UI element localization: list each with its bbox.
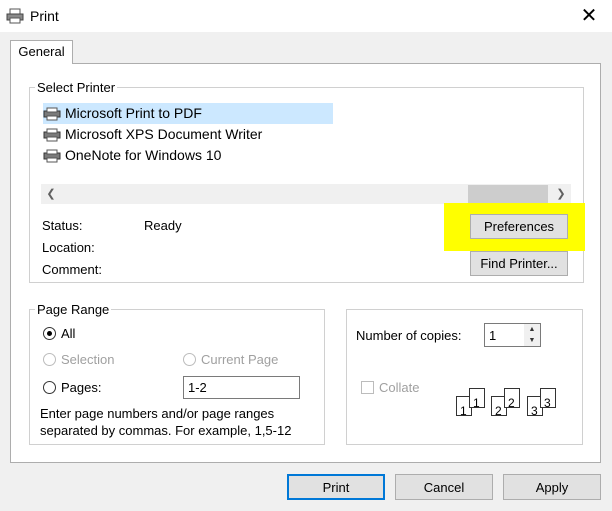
page-range-legend: Page Range (35, 302, 112, 317)
collate-pages-icon: 1 1 2 2 3 3 (456, 388, 556, 418)
apply-button[interactable]: Apply (503, 474, 601, 500)
printer-item-label: Microsoft Print to PDF (65, 105, 202, 121)
printer-item-label: OneNote for Windows 10 (65, 147, 222, 163)
copies-label: Number of copies: (356, 328, 462, 343)
select-printer-legend: Select Printer (35, 80, 118, 95)
current-page-radio-label: Current Page (201, 352, 279, 367)
printer-list[interactable]: Microsoft Print to PDF Microsoft XPS Doc… (41, 100, 571, 184)
scroll-left-icon[interactable]: ❮ (43, 184, 59, 204)
preferences-button[interactable]: Preferences (470, 214, 568, 239)
printer-item-label: Microsoft XPS Document Writer (65, 126, 263, 142)
scrollbar-thumb[interactable] (468, 185, 548, 203)
selection-radio (43, 353, 56, 366)
page-range-help-line2: separated by commas. For example, 1,5-12 (40, 423, 292, 438)
printer-icon (6, 8, 24, 24)
find-printer-button[interactable]: Find Printer... (470, 251, 568, 276)
all-radio-label: All (61, 326, 76, 341)
collate-checkbox (361, 381, 374, 394)
status-value: Ready (144, 218, 182, 233)
selection-radio-label: Selection (61, 352, 115, 367)
page-icon: 1 (469, 388, 485, 410)
copies-value: 1 (489, 328, 497, 343)
printer-icon (43, 107, 61, 120)
title-bar (0, 0, 612, 32)
close-icon[interactable]: ✕ (576, 4, 602, 28)
printer-icon (43, 149, 61, 162)
page-icon: 3 (540, 388, 556, 410)
page-range-help-line1: Enter page numbers and/or page ranges (40, 406, 275, 421)
spin-down-icon[interactable]: ▼ (524, 335, 540, 346)
spin-up-icon[interactable]: ▲ (524, 324, 540, 335)
page-icon: 2 (504, 388, 520, 410)
printer-item-onenote[interactable]: OneNote for Windows 10 (43, 145, 221, 166)
current-page-radio (183, 353, 196, 366)
copies-stepper[interactable]: 1 ▲ ▼ (484, 323, 541, 347)
location-label: Location: (42, 240, 95, 255)
printer-list-scrollbar[interactable]: ❮ ❯ (41, 184, 571, 204)
pages-radio-label: Pages: (61, 380, 102, 395)
window-title: Print (30, 8, 59, 24)
all-radio[interactable] (43, 327, 56, 340)
printer-icon (43, 128, 61, 141)
comment-label: Comment: (42, 262, 102, 277)
collate-label: Collate (379, 380, 420, 395)
status-label: Status: (42, 218, 83, 233)
printer-item-pdf[interactable]: Microsoft Print to PDF (43, 103, 333, 124)
pages-radio[interactable] (43, 381, 56, 394)
cancel-button[interactable]: Cancel (395, 474, 493, 500)
printer-item-xps[interactable]: Microsoft XPS Document Writer (43, 124, 262, 145)
scroll-right-icon[interactable]: ❯ (553, 184, 569, 204)
print-button[interactable]: Print (287, 474, 385, 500)
pages-input[interactable] (183, 376, 300, 399)
tab-general[interactable]: General (10, 40, 73, 64)
